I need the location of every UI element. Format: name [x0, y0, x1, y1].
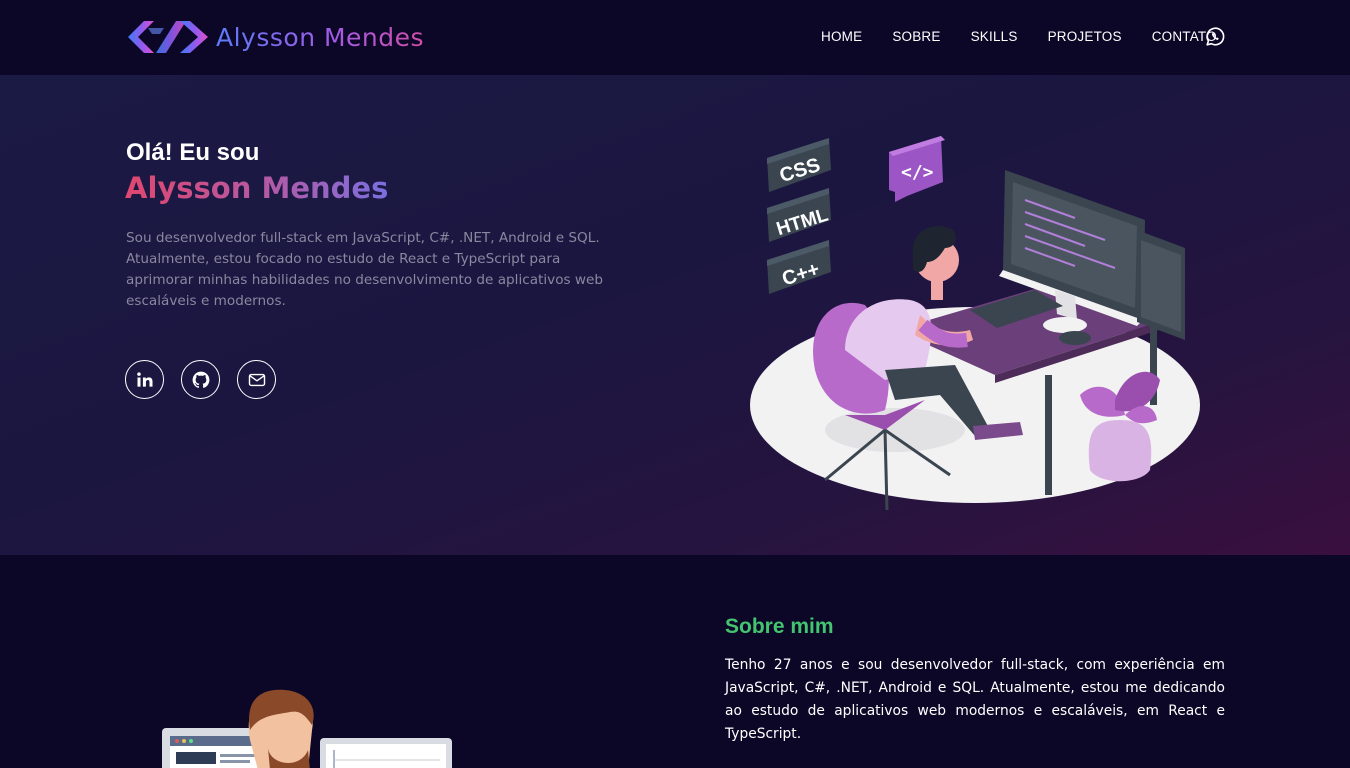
cpp-tag: C++ [767, 240, 831, 294]
about-section: Sobre mim Tenho 27 anos e sou desenvolve… [0, 555, 1350, 768]
linkedin-icon [136, 371, 152, 387]
about-illustration [162, 689, 452, 768]
nav-home[interactable]: HOME [806, 29, 877, 44]
email-button[interactable] [237, 360, 276, 399]
brand-name: Alysson Mendes [216, 22, 425, 52]
email-icon [248, 373, 265, 386]
svg-text:</>: </> [901, 162, 934, 183]
github-icon [192, 371, 209, 388]
navbar: Alysson Mendes HOME SOBRE SKILLS PROJETO… [0, 0, 1350, 75]
nav-projetos[interactable]: PROJETOS [1033, 29, 1137, 44]
about-text: Tenho 27 anos e sou desenvolvedor full-s… [725, 657, 1225, 742]
main-nav: HOME SOBRE SKILLS PROJETOS CONTATO [806, 29, 1232, 44]
social-links [125, 360, 293, 399]
whatsapp-icon[interactable] [1204, 26, 1226, 48]
nav-sobre[interactable]: SOBRE [877, 29, 955, 44]
github-button[interactable] [181, 360, 220, 399]
css-tag: CSS [767, 138, 831, 192]
hero-greeting: Olá! Eu sou [126, 139, 260, 166]
html-tag: HTML [767, 188, 831, 242]
linkedin-button[interactable] [125, 360, 164, 399]
code-bubble-icon: </> [889, 136, 945, 202]
nav-skills[interactable]: SKILLS [956, 29, 1033, 44]
hero-name: Alysson Mendes [125, 171, 389, 205]
code-brackets-logo-icon [128, 21, 208, 53]
hero-section: Olá! Eu sou Alysson Mendes Sou desenvolv… [0, 75, 1350, 555]
developer-illustration: CSS HTML C++ </> [750, 136, 1200, 510]
about-title: Sobre mim [725, 615, 834, 638]
brand-logo[interactable]: Alysson Mendes [126, 18, 424, 56]
hero-description: Sou desenvolvedor full-stack em JavaScri… [126, 230, 604, 309]
